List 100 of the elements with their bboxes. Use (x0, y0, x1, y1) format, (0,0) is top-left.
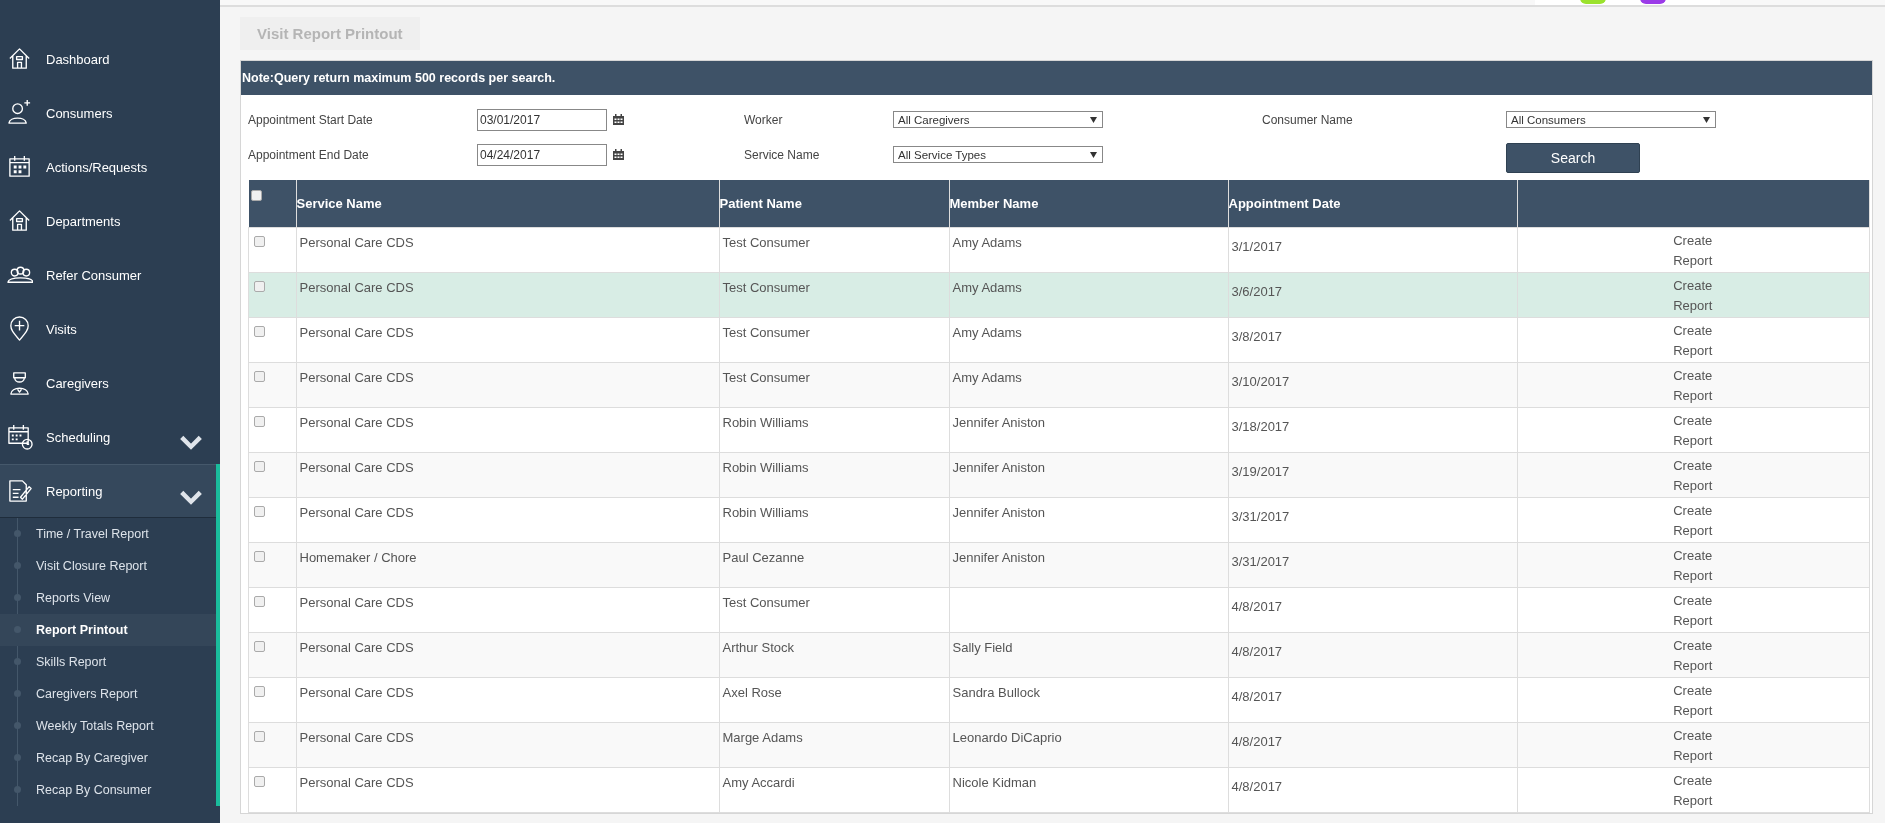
table-cell: Amy Adams (952, 325, 1022, 340)
table-cell: Amy Adams (952, 280, 1022, 295)
row-checkbox[interactable] (254, 326, 265, 337)
sidebar-subitem[interactable]: Recap By Consumer (0, 774, 216, 806)
create-report-link[interactable]: Create Report (1665, 411, 1720, 451)
table-cell: Paul Cezanne (722, 550, 805, 565)
table-cell: Jennifer Aniston (952, 550, 1045, 565)
row-checkbox[interactable] (254, 551, 265, 562)
caret-icon (1703, 116, 1710, 123)
table-row[interactable]: Personal Care CDS Marge Adams Leonardo DiCaprio 4/8/2017 Create Report (248, 722, 1870, 768)
sidebar-subitem[interactable]: Caregivers Report (0, 678, 216, 710)
sidebar-subitem[interactable]: Skills Report (0, 646, 216, 678)
sidebar-item-icon (7, 478, 33, 504)
table-cell: 3/19/2017 (1231, 464, 1290, 479)
create-report-link[interactable]: Create Report (1665, 591, 1720, 631)
table-cell: Personal Care CDS (299, 280, 414, 295)
row-checkbox[interactable] (254, 506, 265, 517)
create-report-link[interactable]: Create Report (1665, 321, 1720, 361)
table-cell: Sally Field (952, 640, 1013, 655)
table-cell: Axel Rose (722, 685, 782, 700)
date-input[interactable]: 03/01/2017 (477, 108, 607, 131)
table-row[interactable]: Personal Care CDS Test Consumer Amy Adams 3/8/2017 Create Report (248, 317, 1870, 363)
search-button[interactable]: Search (1506, 142, 1640, 173)
table-row[interactable]: Personal Care CDS Robin Williams Jennifer Aniston 3/18/2017 Create Report (248, 407, 1870, 453)
create-report-link[interactable]: Create Report (1665, 456, 1720, 496)
date-input[interactable]: 04/24/2017 (477, 143, 607, 166)
row-checkbox[interactable] (254, 686, 265, 697)
field-label: Appointment End Date (248, 147, 370, 162)
row-checkbox[interactable] (254, 461, 265, 472)
table-row[interactable]: Personal Care CDS Robin Williams Jennifer Aniston 3/31/2017 Create Report (248, 497, 1870, 543)
dropdown[interactable]: All Consumers (1506, 111, 1716, 128)
table-cell: Leonardo DiCaprio (952, 730, 1062, 745)
field-label: Worker (744, 112, 784, 127)
table-cell: 3/10/2017 (1231, 374, 1290, 389)
table-cell: Personal Care CDS (299, 460, 414, 475)
table-cell: 4/8/2017 (1231, 734, 1283, 749)
create-report-link[interactable]: Create Report (1665, 231, 1720, 271)
calendar-icon[interactable] (613, 149, 624, 160)
table-cell: Robin Williams (722, 415, 809, 430)
table-row[interactable]: Personal Care CDS Test Consumer 4/8/2017 Create Report (248, 587, 1870, 633)
table-cell: Personal Care CDS (299, 370, 414, 385)
table-row[interactable]: Personal Care CDS Axel Rose Sandra Bullock 4/8/2017 Create Report (248, 677, 1870, 723)
sidebar-item[interactable]: Reporting (0, 464, 216, 518)
table-cell: Homemaker / Chore (299, 550, 417, 565)
create-report-link[interactable]: Create Report (1665, 276, 1720, 316)
row-checkbox[interactable] (254, 776, 265, 787)
table-row[interactable]: Personal Care CDS Robin Williams Jennifer Aniston 3/19/2017 Create Report (248, 452, 1870, 498)
row-checkbox[interactable] (254, 236, 265, 247)
create-report-link[interactable]: Create Report (1665, 636, 1720, 676)
table-cell: Amy Accardi (722, 775, 795, 790)
sidebar-item[interactable]: Dashboard (0, 32, 216, 86)
dropdown[interactable]: All Service Types (893, 146, 1103, 163)
row-checkbox[interactable] (254, 596, 265, 607)
create-report-link[interactable]: Create Report (1665, 681, 1720, 721)
table-cell: 4/8/2017 (1231, 644, 1283, 659)
sidebar-item[interactable]: Caregivers (0, 356, 216, 410)
table-row[interactable]: Personal Care CDS Amy Accardi Nicole Kidman 4/8/2017 Create Report (248, 767, 1870, 813)
sidebar-item[interactable]: Departments (0, 194, 216, 248)
dropdown[interactable]: All Caregivers (893, 111, 1103, 128)
row-checkbox[interactable] (254, 641, 265, 652)
sidebar-item[interactable]: Visits (0, 302, 216, 356)
sidebar-subitem[interactable]: Recap By Caregiver (0, 742, 216, 774)
create-report-link[interactable]: Create Report (1665, 501, 1720, 541)
calendar-icon[interactable] (613, 114, 624, 125)
table-cell: 3/18/2017 (1231, 419, 1290, 434)
table-cell: Personal Care CDS (299, 235, 414, 250)
table-cell: 4/8/2017 (1231, 599, 1283, 614)
row-checkbox[interactable] (254, 416, 265, 427)
table-row[interactable]: Homemaker / Chore Paul Cezanne Jennifer Aniston 3/31/2017 Create Report (248, 542, 1870, 588)
table-cell: Personal Care CDS (299, 640, 414, 655)
table-row[interactable]: Personal Care CDS Test Consumer Amy Adams 3/6/2017 Create Report (248, 272, 1870, 318)
table-cell: Personal Care CDS (299, 730, 414, 745)
sidebar-item[interactable]: Refer Consumer (0, 248, 216, 302)
table-cell: Jennifer Aniston (952, 505, 1045, 520)
sidebar-subitem[interactable]: Time / Travel Report (0, 518, 216, 550)
create-report-link[interactable]: Create Report (1665, 726, 1720, 766)
table-row[interactable]: Personal Care CDS Test Consumer Amy Adams 3/10/2017 Create Report (248, 362, 1870, 408)
sidebar-item-icon (7, 424, 33, 450)
sidebar-item[interactable]: Consumers (0, 86, 216, 140)
table-cell: Amy Adams (952, 370, 1022, 385)
note-banner: Note:Query return maximum 500 records per search. (241, 61, 1872, 95)
table-row[interactable]: Personal Care CDS Arthur Stock Sally Field 4/8/2017 Create Report (248, 632, 1870, 678)
create-report-link[interactable]: Create Report (1665, 771, 1720, 811)
caret-icon (1090, 151, 1097, 158)
row-checkbox[interactable] (254, 281, 265, 292)
table-row[interactable]: Personal Care CDS Test Consumer Amy Adams 3/1/2017 Create Report (248, 227, 1870, 273)
table-cell: Robin Williams (722, 505, 809, 520)
page-title: Visit Report Printout (240, 17, 420, 50)
row-checkbox[interactable] (254, 731, 265, 742)
select-all-checkbox[interactable] (250, 190, 262, 201)
create-report-link[interactable]: Create Report (1665, 546, 1720, 586)
sidebar-item[interactable]: Scheduling (0, 410, 216, 464)
sidebar-subitem[interactable]: Visit Closure Report (0, 550, 216, 582)
table-cell: Personal Care CDS (299, 505, 414, 520)
sidebar-subitem[interactable]: Report Printout (0, 614, 216, 646)
create-report-link[interactable]: Create Report (1665, 366, 1720, 406)
sidebar-item[interactable]: Actions/Requests (0, 140, 216, 194)
sidebar-subitem[interactable]: Reports View (0, 582, 216, 614)
row-checkbox[interactable] (254, 371, 265, 382)
sidebar-subitem[interactable]: Weekly Totals Report (0, 710, 216, 742)
